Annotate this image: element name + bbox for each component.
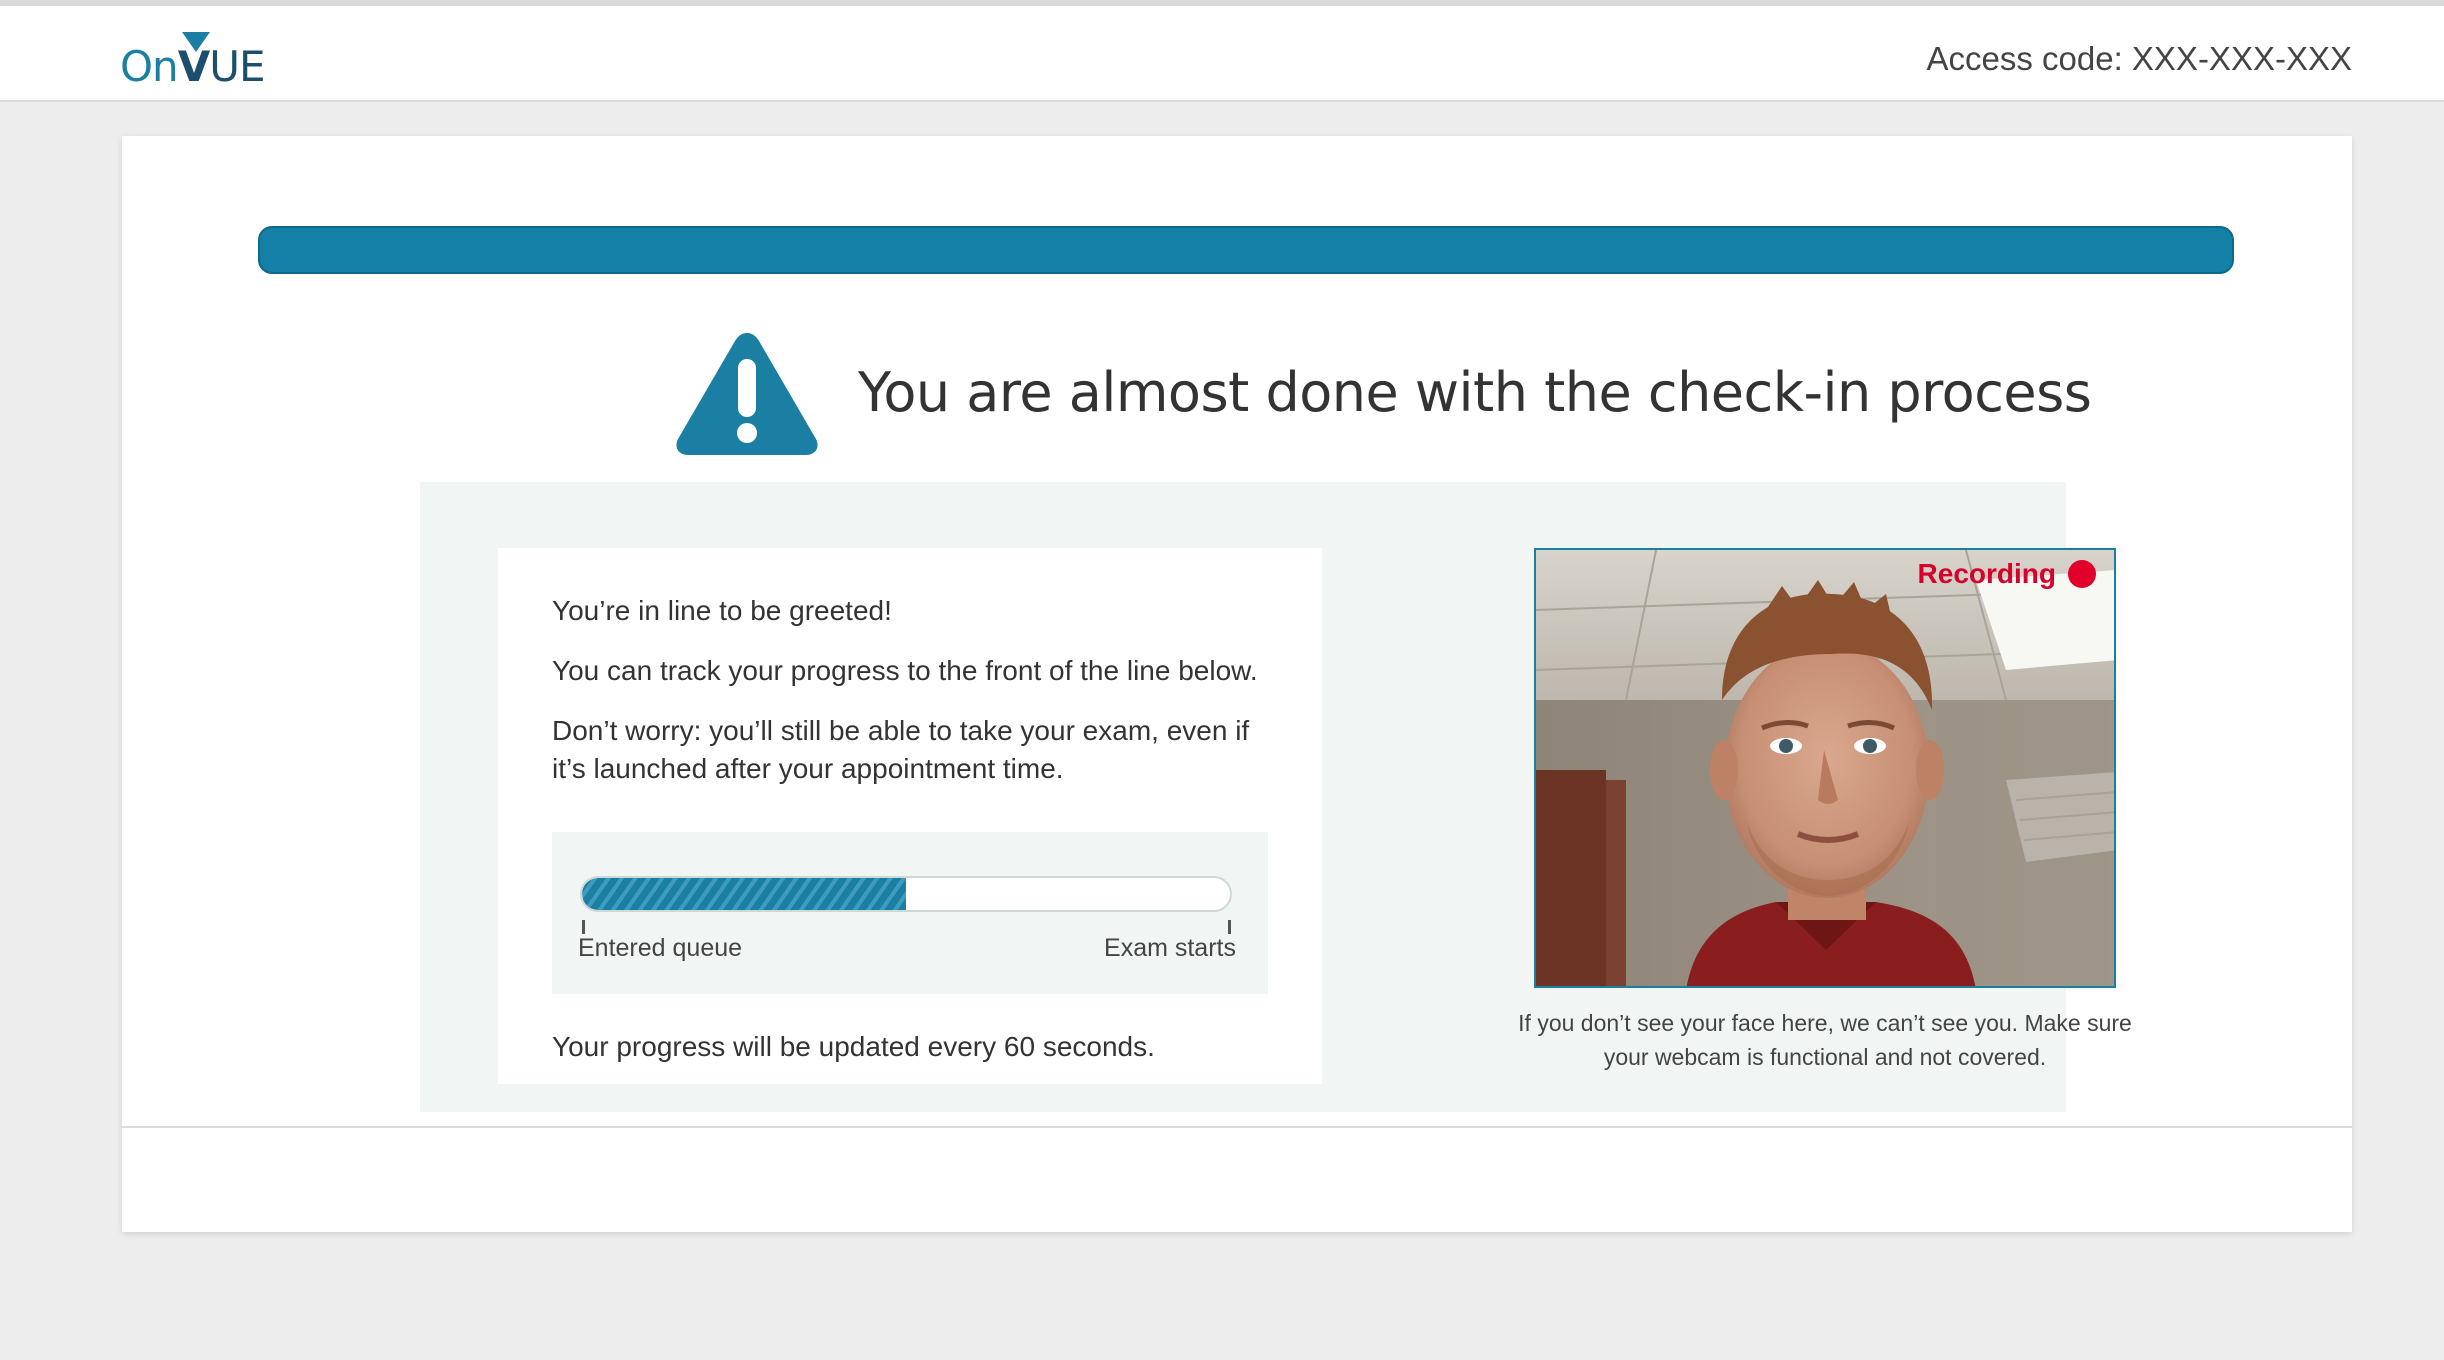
warning-triangle-icon [676,333,818,455]
card-footer-divider [122,1126,2352,1128]
logo-on: On [120,42,179,91]
recording-dot-icon [2068,560,2096,588]
recording-label: Recording [1917,558,2056,589]
webcam-caption: If you don’t see your face here, we can’… [1518,1010,2132,1070]
queue-greeting-text: You’re in line to be greeted! [552,595,892,626]
webcam-preview: Recording [1534,548,2116,988]
page-title: You are almost done with the check-in pr… [858,360,2092,424]
logo-v: V [177,32,210,91]
checkin-panel: You’re in line to be greeted! You can tr… [420,482,2132,1112]
headline-row: You are almost done with the check-in pr… [672,322,2092,462]
queue-status-box: You’re in line to be greeted! You can tr… [498,548,1322,1084]
queue-reassure-text: Don’t worry: you’ll still be able to tak… [552,715,1250,784]
progress-start-label: Entered queue [578,934,743,962]
onvue-logo: On V UE [120,24,265,91]
progress-update-note: Your progress will be updated every 60 s… [552,1031,1155,1062]
queue-track-text: You can track your progress to the front… [552,655,1258,686]
logo-ue: UE [209,42,265,91]
step-progress-bar [258,226,2234,274]
recording-indicator: Recording [1918,558,2096,590]
webcam-image [1536,550,2114,986]
progress-start-tick [582,920,585,934]
top-bar: On V UE Access code: XXX-XXX-XXX [0,0,2444,102]
progress-end-tick [1228,920,1231,934]
queue-progress-track [580,876,1232,912]
checkin-card: You are almost done with the check-in pr… [122,136,2352,1232]
progress-end-label: Exam starts [1104,934,1236,962]
queue-progress: Entered queue Exam starts [552,832,1268,994]
queue-progress-fill [582,878,906,910]
access-code: Access code: XXX-XXX-XXX [1926,40,2352,77]
